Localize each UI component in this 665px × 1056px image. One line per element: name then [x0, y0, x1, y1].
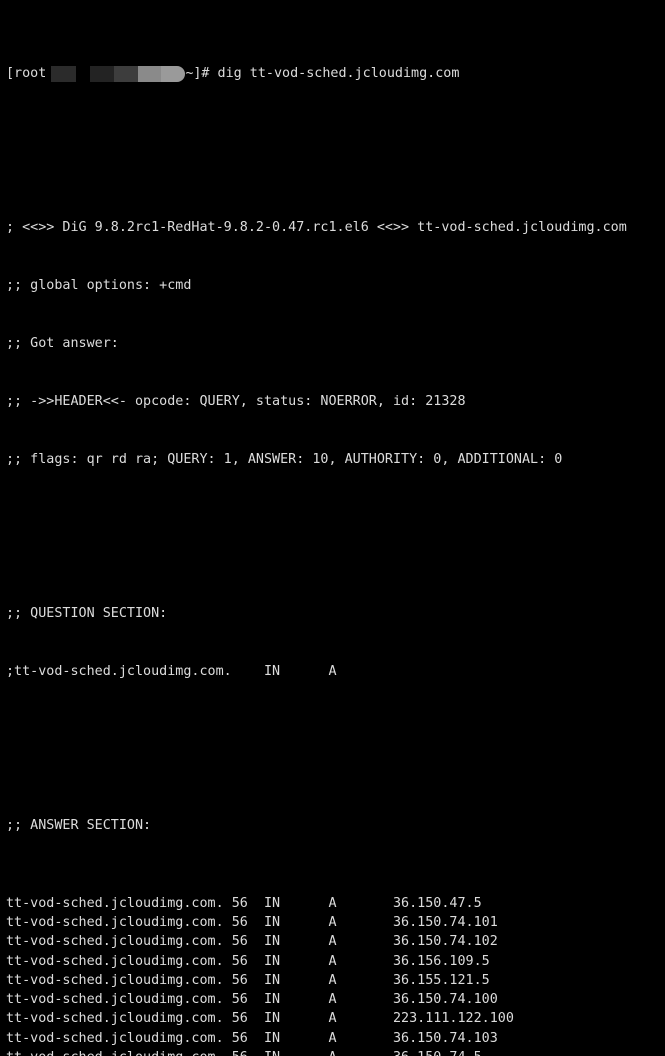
redacted-block-2: [90, 65, 115, 82]
dns-header-line: ;; ->>HEADER<<- opcode: QUERY, status: N…: [6, 393, 466, 409]
question-section-label: ;; QUESTION SECTION:: [6, 606, 168, 622]
answer-record-row: tt-vod-sched.jcloudimg.com. 56 IN A 36.1…: [6, 972, 490, 988]
answer-record-row: tt-vod-sched.jcloudimg.com. 56 IN A 36.1…: [6, 1048, 665, 1056]
question-record-row: ;tt-vod-sched.jcloudimg.com. IN A: [6, 664, 337, 680]
terminal-output[interactable]: [root ~]# dig tt-vod-sched.jcloudimg.com …: [0, 0, 665, 1056]
shell-prompt-line: [root ~]# dig tt-vod-sched.jcloudimg.com: [6, 64, 665, 83]
answer-record-row: tt-vod-sched.jcloudimg.com. 56 IN A 36.1…: [6, 992, 498, 1008]
global-options-line: ;; global options: +cmd: [6, 278, 192, 294]
redacted-block-5: [161, 65, 186, 82]
dns-flags-line: ;; flags: qr rd ra; QUERY: 1, ANSWER: 10…: [6, 451, 563, 467]
answer-record-row: tt-vod-sched.jcloudimg.com. 56 IN A 36.1…: [6, 895, 482, 911]
got-answer-line: ;; Got answer:: [6, 336, 119, 352]
answer-section-label: ;; ANSWER SECTION:: [6, 818, 152, 834]
prompt-path-suffix: ~]#: [185, 65, 210, 81]
answer-record-list: tt-vod-sched.jcloudimg.com. 56 IN A 36.1…: [6, 894, 665, 1056]
answer-record-row: tt-vod-sched.jcloudimg.com. 56 IN A 36.1…: [6, 953, 490, 969]
prompt-user-prefix: [root: [6, 65, 47, 81]
redacted-block-3: [114, 65, 139, 82]
prompt-command: dig tt-vod-sched.jcloudimg.com: [209, 65, 460, 81]
answer-record-row: tt-vod-sched.jcloudimg.com. 56 IN A 36.1…: [6, 934, 498, 950]
redacted-block-1: [51, 65, 77, 82]
redacted-block-4: [138, 65, 162, 82]
answer-record-row: tt-vod-sched.jcloudimg.com. 56 IN A 223.…: [6, 1011, 514, 1027]
answer-record-row: tt-vod-sched.jcloudimg.com. 56 IN A 36.1…: [6, 1030, 498, 1046]
redaction-gap: [76, 66, 90, 82]
answer-record-row: tt-vod-sched.jcloudimg.com. 56 IN A 36.1…: [6, 914, 498, 930]
dig-version-line: ; <<>> DiG 9.8.2rc1-RedHat-9.8.2-0.47.rc…: [6, 220, 627, 236]
